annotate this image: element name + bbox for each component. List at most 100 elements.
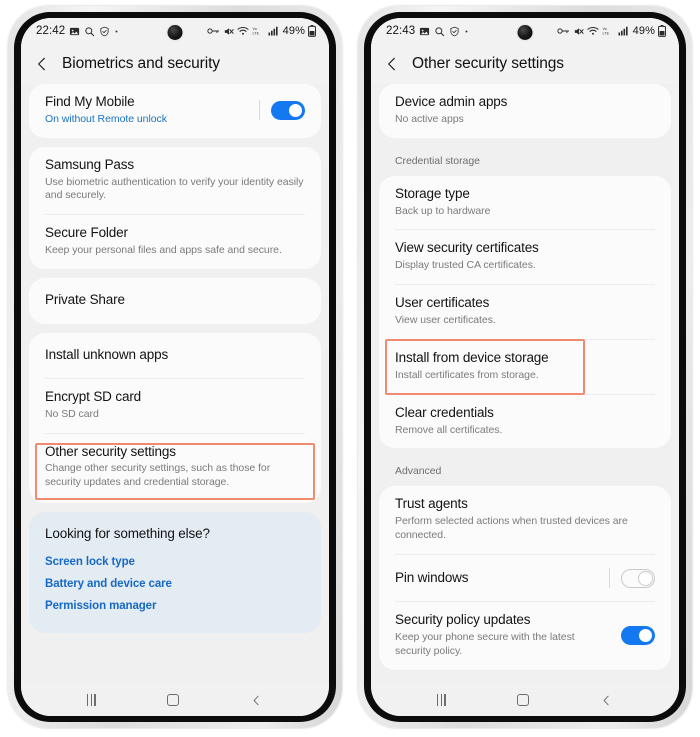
recents-button[interactable] — [436, 694, 446, 706]
phone-screen-left: 22:42 Vo LTE 49% Biometrics and security… — [21, 18, 329, 716]
row-text: Samsung Pass Use biometric authenticatio… — [45, 157, 305, 204]
list-item-device-admin-apps[interactable]: Device admin apps No active apps — [379, 84, 671, 138]
dot-icon — [114, 29, 119, 34]
status-bar-right: Vo LTE 49% — [557, 25, 666, 37]
list-item-title: Security policy updates — [395, 612, 531, 627]
promo-link-permission-manager[interactable]: Permission manager — [45, 595, 305, 617]
settings-card: Find My Mobile On without Remote unlock — [29, 84, 321, 138]
list-item-subtitle: On without Remote unlock — [45, 112, 167, 125]
list-item-encrypt-sd-card[interactable]: Encrypt SD card No SD card — [29, 379, 321, 433]
svg-text:LTE: LTE — [252, 32, 259, 36]
image-icon — [69, 26, 80, 37]
front-camera-punch-hole — [517, 25, 533, 40]
battery-icon — [658, 25, 666, 37]
looking-for-something-else-card: Looking for something else? Screen lock … — [29, 512, 321, 634]
settings-card: Storage type Back up to hardware View se… — [379, 175, 671, 449]
svg-text:Vo: Vo — [602, 27, 606, 31]
list-item-trust-agents[interactable]: Trust agents Perform selected actions wh… — [379, 486, 671, 554]
promo-link-screen-lock-type[interactable]: Screen lock type — [45, 551, 305, 573]
toggle-separator — [259, 100, 260, 121]
list-item-title: Encrypt SD card — [45, 388, 142, 404]
status-bar: 22:43 Vo LTE 49% — [371, 18, 679, 44]
settings-card: Private Share — [29, 278, 321, 324]
list-item-pin-windows[interactable]: Pin windows — [379, 555, 671, 601]
row-text: Secure Folder Keep your personal files a… — [45, 225, 305, 258]
list-item-title: View security certificates — [395, 240, 539, 256]
list-item-title: Pin windows — [395, 569, 469, 585]
list-item-clear-credentials[interactable]: Clear credentials Remove all certificate… — [379, 395, 671, 449]
list-item-secure-folder[interactable]: Secure Folder Keep your personal files a… — [29, 215, 321, 269]
settings-card: Device admin apps No active apps — [379, 84, 671, 138]
toggle-wrap — [611, 625, 655, 645]
list-item-title: User certificates — [395, 295, 490, 311]
row-text: Install from device storage Install cert… — [395, 350, 655, 383]
list-item-subtitle: Change other security settings, such as … — [45, 462, 271, 489]
list-item-storage-type[interactable]: Storage type Back up to hardware — [379, 176, 671, 230]
row-text: User certificates View user certificates… — [395, 295, 655, 328]
wifi-icon — [587, 26, 599, 36]
list-item-subtitle: Perform selected actions when trusted de… — [395, 515, 628, 542]
settings-list[interactable]: Device admin apps No active apps Credent… — [371, 84, 679, 684]
list-item-title: Private Share — [45, 292, 125, 308]
list-item-install-from-device-storage[interactable]: Install from device storage Install cert… — [379, 338, 671, 395]
mute-icon — [223, 26, 234, 37]
mute-icon — [573, 26, 584, 37]
settings-card: Install unknown apps Encrypt SD card No … — [29, 332, 321, 504]
back-button[interactable] — [600, 694, 613, 707]
row-text: Install unknown apps — [45, 347, 305, 364]
toggle-wrap — [599, 568, 655, 588]
list-item-subtitle: Display trusted CA certificates. — [395, 259, 536, 272]
list-item-samsung-pass[interactable]: Samsung Pass Use biometric authenticatio… — [29, 147, 321, 215]
find-my-mobile-toggle[interactable] — [271, 100, 305, 120]
system-nav-bar — [21, 684, 329, 716]
toggle-wrap — [249, 100, 305, 121]
list-item-security-policy-updates[interactable]: Security policy updates Keep your phone … — [379, 602, 671, 670]
security-policy-updates-toggle[interactable] — [621, 625, 655, 645]
list-item-view-security-certificates[interactable]: View security certificates Display trust… — [379, 230, 671, 284]
list-item-user-certificates[interactable]: User certificates View user certificates… — [379, 285, 671, 339]
list-item-private-share[interactable]: Private Share — [29, 278, 321, 324]
signal-icon — [618, 26, 629, 36]
row-text: Trust agents Perform selected actions wh… — [395, 496, 655, 543]
list-item-subtitle: Keep your phone secure with the latest s… — [395, 630, 575, 657]
back-chevron-icon[interactable] — [384, 56, 400, 72]
home-button[interactable] — [517, 694, 530, 706]
list-item-title: Find My Mobile — [45, 94, 135, 109]
recents-button[interactable] — [86, 694, 96, 706]
search-icon — [84, 26, 95, 37]
promo-link-battery-and-device-care[interactable]: Battery and device care — [45, 573, 305, 595]
list-item-other-security-settings[interactable]: Other security settings Change other sec… — [29, 434, 321, 504]
back-chevron-icon[interactable] — [34, 56, 50, 72]
wifi-icon — [237, 26, 249, 36]
front-camera-punch-hole — [167, 25, 183, 40]
list-item-subtitle: View user certificates. — [395, 314, 496, 327]
toggle-knob — [288, 102, 303, 118]
battery-icon — [308, 25, 316, 37]
list-item-title: Storage type — [395, 185, 470, 201]
list-item-title: Clear credentials — [395, 404, 494, 420]
dual-phone-screenshot: 22:42 Vo LTE 49% Biometrics and security… — [0, 0, 700, 737]
home-button[interactable] — [167, 694, 180, 706]
row-text: Pin windows — [395, 570, 599, 587]
promo-title: Looking for something else? — [45, 526, 210, 542]
row-text: Security policy updates Keep your phone … — [395, 612, 611, 659]
svg-text:LTE: LTE — [602, 32, 609, 36]
list-item-find-my-mobile[interactable]: Find My Mobile On without Remote unlock — [29, 84, 321, 138]
page-title: Other security settings — [412, 55, 564, 72]
settings-list[interactable]: Find My Mobile On without Remote unlock — [21, 84, 329, 684]
status-bar-left: 22:42 — [36, 25, 119, 37]
list-item-subtitle: Use biometric authentication to verify y… — [45, 175, 304, 202]
pin-windows-toggle[interactable] — [621, 568, 655, 588]
toggle-separator — [609, 568, 610, 588]
list-item-subtitle: Keep your personal files and apps safe a… — [45, 244, 282, 257]
toggle-knob — [638, 570, 653, 586]
page-title: Biometrics and security — [62, 55, 220, 72]
battery-percent: 49% — [632, 25, 655, 37]
list-item-title: Install unknown apps — [45, 346, 169, 362]
back-button[interactable] — [250, 694, 263, 707]
section-header-advanced: Advanced — [395, 465, 442, 478]
list-item-title: Trust agents — [395, 496, 468, 512]
volte-icon: Vo LTE — [602, 26, 615, 36]
list-item-install-unknown-apps[interactable]: Install unknown apps — [29, 333, 321, 378]
app-header: Other security settings — [371, 44, 679, 84]
